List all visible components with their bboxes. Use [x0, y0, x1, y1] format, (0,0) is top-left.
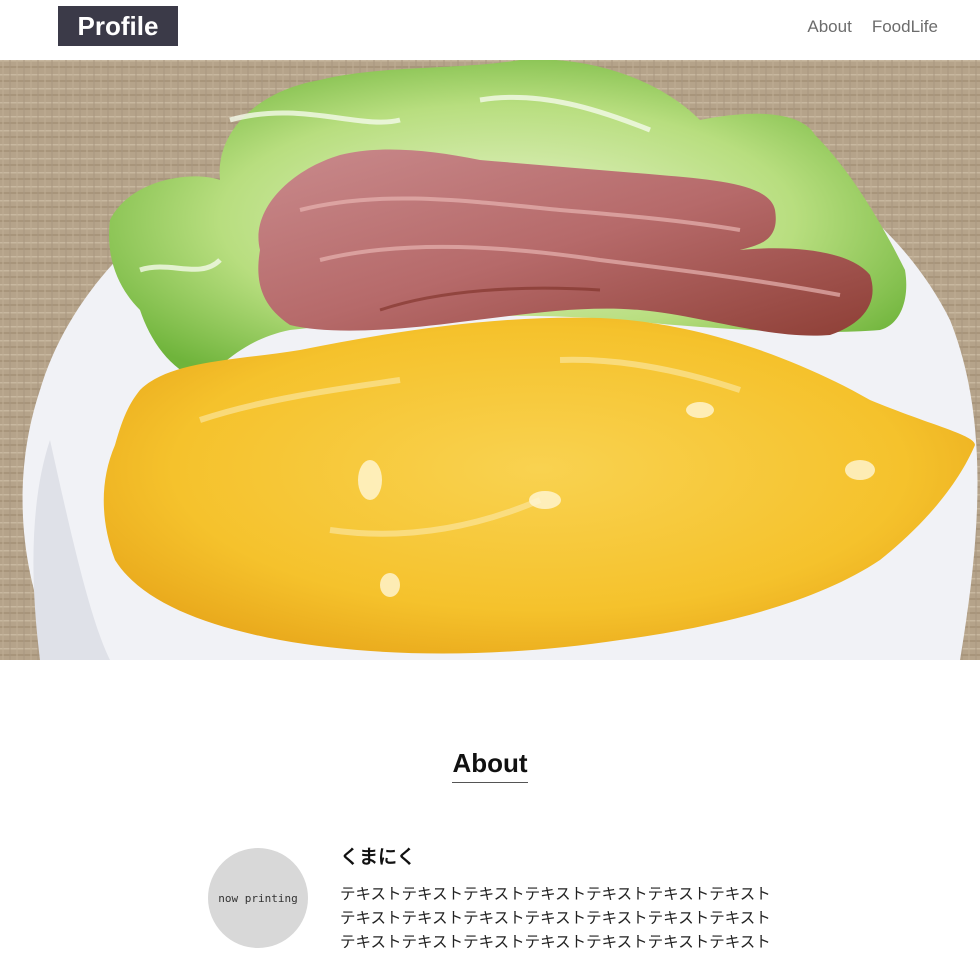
about-heading: About [452, 748, 528, 783]
avatar: now printing [208, 848, 308, 948]
profile-description: テキストテキストテキストテキストテキストテキストテキスト テキストテキストテキス… [340, 882, 800, 954]
avatar-placeholder-text: now printing [218, 891, 298, 905]
site-logo[interactable]: Profile [58, 6, 178, 46]
profile-name: くまにく [340, 846, 416, 868]
profile-text-line: テキストテキストテキストテキストテキストテキストテキスト [340, 885, 771, 903]
profile-text-line: テキストテキストテキストテキストテキストテキストテキスト [340, 909, 771, 927]
omelette-photo-illustration [0, 60, 980, 660]
nav-link-foodlife[interactable]: FoodLife [872, 16, 938, 38]
about-heading-wrap: About [0, 748, 980, 783]
site-header: Profile About FoodLife [0, 0, 980, 60]
profile-text-line: テキストテキストテキストテキストテキストテキストテキスト [340, 933, 771, 951]
hero-image [0, 60, 980, 660]
nav-link-about[interactable]: About [807, 16, 851, 38]
main-nav: About FoodLife [807, 16, 938, 38]
